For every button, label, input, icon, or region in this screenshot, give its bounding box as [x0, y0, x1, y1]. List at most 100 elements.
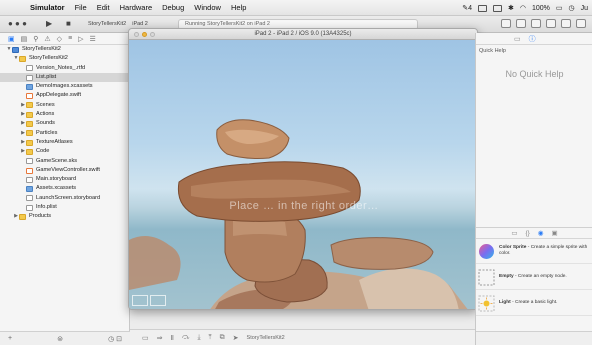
navigator-row-label: StoryTellersKit2 — [29, 55, 68, 62]
window-controls-icon[interactable]: ● ● ● — [8, 19, 27, 29]
navigator-row[interactable]: ▶ Code — [0, 147, 129, 156]
debug-toggle-icon[interactable]: ▭ — [142, 334, 149, 342]
library-item-name: Color Sprite — [499, 245, 527, 250]
screen-icon[interactable] — [477, 4, 487, 12]
breakpoints-icon[interactable]: ⇒ — [157, 334, 163, 342]
navigator-tabs: ▣ ▤ ⚲ ⚠ ◇ ≡ ▷ ☰ — [0, 33, 129, 45]
navigator-row[interactable]: AppDelegate.swift — [0, 91, 129, 100]
status-area: ✎4 ✱ ◠ 100% ▭ ◷ Ju — [462, 0, 588, 16]
navigator-row[interactable]: Info.plist — [0, 203, 129, 212]
recent-files-icon[interactable]: ◷ ⊡ — [108, 335, 122, 343]
navigator-row[interactable]: ▶ TextureAtlases — [0, 138, 129, 147]
bluetooth-icon[interactable]: ✱ — [508, 4, 514, 12]
light-icon — [478, 295, 495, 311]
debug-target-label: StoryTellersKit2 — [246, 334, 285, 341]
test-icon[interactable]: ◇ — [57, 35, 62, 43]
stop-icon[interactable]: ■ — [66, 19, 71, 29]
version-editor-icon[interactable] — [531, 19, 541, 28]
battery-percent[interactable]: 100% — [532, 5, 550, 12]
step-out-icon[interactable]: ⤒ — [209, 334, 212, 342]
pause-icon[interactable]: Ⅱ — [171, 334, 174, 342]
navigator-row[interactable]: ▶ Particles — [0, 129, 129, 138]
add-file-icon[interactable]: + — [8, 335, 12, 342]
quick-help-icon[interactable]: ⓘ — [529, 34, 536, 44]
menu-debug[interactable]: Debug — [162, 3, 184, 12]
toggle-navigator-icon[interactable] — [546, 19, 556, 28]
display-icon[interactable] — [492, 4, 502, 12]
file-icon — [26, 158, 33, 165]
library-item[interactable]: Empty - Create an empty node. — [476, 265, 592, 290]
minimize-button[interactable] — [142, 32, 147, 37]
navigator-row[interactable]: List.plist — [0, 72, 129, 83]
navigator-row[interactable]: GameScene.sks — [0, 157, 129, 166]
navigator-row[interactable]: Version_Notes_.rtfd — [0, 64, 129, 73]
find-icon[interactable]: ⚲ — [33, 35, 38, 43]
navigator-row-label: Info.plist — [36, 204, 57, 211]
step-in-icon[interactable]: ⤓ — [197, 334, 200, 342]
object-library-icon[interactable]: ◉ — [538, 229, 544, 237]
issue-icon[interactable]: ⚠ — [44, 35, 50, 43]
menu-file[interactable]: File — [75, 3, 87, 12]
navigator-row[interactable]: GameViewController.swift — [0, 166, 129, 175]
status-badge-icon[interactable]: ✎4 — [462, 4, 472, 12]
file-icon — [26, 74, 33, 81]
thumbnail-icon[interactable] — [150, 295, 166, 306]
wifi-icon[interactable]: ◠ — [520, 4, 526, 12]
project-icon — [12, 46, 19, 53]
file-inspector-icon[interactable]: ▭ — [514, 35, 521, 43]
simulator-title-bar[interactable]: iPad 2 - iPad 2 / iOS 9.0 (13A4325c) — [129, 29, 477, 40]
navigator-row[interactable]: Assets.xcassets — [0, 184, 129, 193]
folder-icon — [26, 148, 33, 155]
toggle-utilities-icon[interactable] — [576, 19, 586, 28]
navigator-row-label: GameViewController.swift — [36, 166, 100, 173]
clock-icon[interactable]: ◷ — [568, 4, 574, 12]
menu-help[interactable]: Help — [231, 3, 246, 12]
filter-icon[interactable]: ⊜ — [57, 335, 63, 343]
report-icon[interactable]: ☰ — [90, 35, 96, 43]
navigator-row[interactable]: ▼ StoryTellersKit2 — [0, 45, 129, 54]
utilities-panel: ▭ ⓘ Quick Help No Quick Help ▭ {} ◉ ▣ Co… — [475, 33, 592, 345]
navigator-row[interactable]: Main.storyboard — [0, 175, 129, 184]
location-icon[interactable]: ➤ — [233, 334, 239, 342]
navigator-row[interactable]: DemoImages.xcassets — [0, 82, 129, 91]
navigator-row[interactable]: ▶ Products — [0, 212, 129, 221]
no-quick-help-label: No Quick Help — [505, 69, 564, 79]
media-library-icon[interactable]: ▣ — [552, 229, 558, 237]
run-icon[interactable]: ▶ — [46, 19, 52, 29]
code-snippet-icon[interactable]: {} — [525, 230, 529, 237]
library-item[interactable]: Color Sprite - Create a simple sprite wi… — [476, 239, 592, 264]
menu-simulator[interactable]: Simulator — [30, 3, 65, 12]
navigator-row[interactable]: ▶ Sounds — [0, 119, 129, 128]
symbol-icon[interactable]: ▤ — [21, 35, 28, 43]
library-item[interactable]: Light - Create a basic light. — [476, 291, 592, 316]
folder-icon — [26, 130, 33, 137]
zoom-button[interactable] — [150, 32, 155, 37]
menu-hardware[interactable]: Hardware — [120, 3, 153, 12]
standard-editor-icon[interactable] — [501, 19, 511, 28]
step-over-icon[interactable]: ⤼ — [182, 334, 189, 342]
file-template-icon[interactable]: ▭ — [511, 229, 517, 237]
navigator-row[interactable]: LaunchScreen.storyboard — [0, 194, 129, 203]
navigator-row[interactable]: ▼ StoryTellersKit2 — [0, 54, 129, 63]
navigator-row-label: DemoImages.xcassets — [36, 83, 93, 90]
menu-edit[interactable]: Edit — [97, 3, 110, 12]
simulator-screen[interactable]: Place … in the right order… — [129, 40, 477, 309]
toggle-debug-icon[interactable] — [561, 19, 571, 28]
debug-icon[interactable]: ≡ — [68, 35, 72, 42]
scheme-target[interactable]: StoryTellersKit2 — [88, 19, 126, 30]
view-debugger-icon[interactable]: ⧉ — [220, 334, 225, 342]
close-button[interactable] — [134, 32, 139, 37]
navigator-row[interactable]: ▶ Scenes — [0, 101, 129, 110]
library-filter-bar[interactable] — [476, 331, 592, 345]
thumbnail-icon[interactable] — [132, 295, 148, 306]
toolbar-right-controls — [501, 19, 586, 28]
breakpoint-icon[interactable]: ▷ — [78, 35, 83, 43]
user-menu[interactable]: Ju — [581, 5, 588, 12]
menu-window[interactable]: Window — [194, 3, 221, 12]
menu-bar: Simulator File Edit Hardware Debug Windo… — [0, 0, 592, 16]
scene-thumbnails — [132, 295, 166, 306]
assistant-editor-icon[interactable] — [516, 19, 526, 28]
simulator-window[interactable]: iPad 2 - iPad 2 / iOS 9.0 (13A4325c) Pla… — [128, 28, 478, 310]
folder-icon[interactable]: ▣ — [8, 35, 15, 43]
navigator-row[interactable]: ▶ Actions — [0, 110, 129, 119]
